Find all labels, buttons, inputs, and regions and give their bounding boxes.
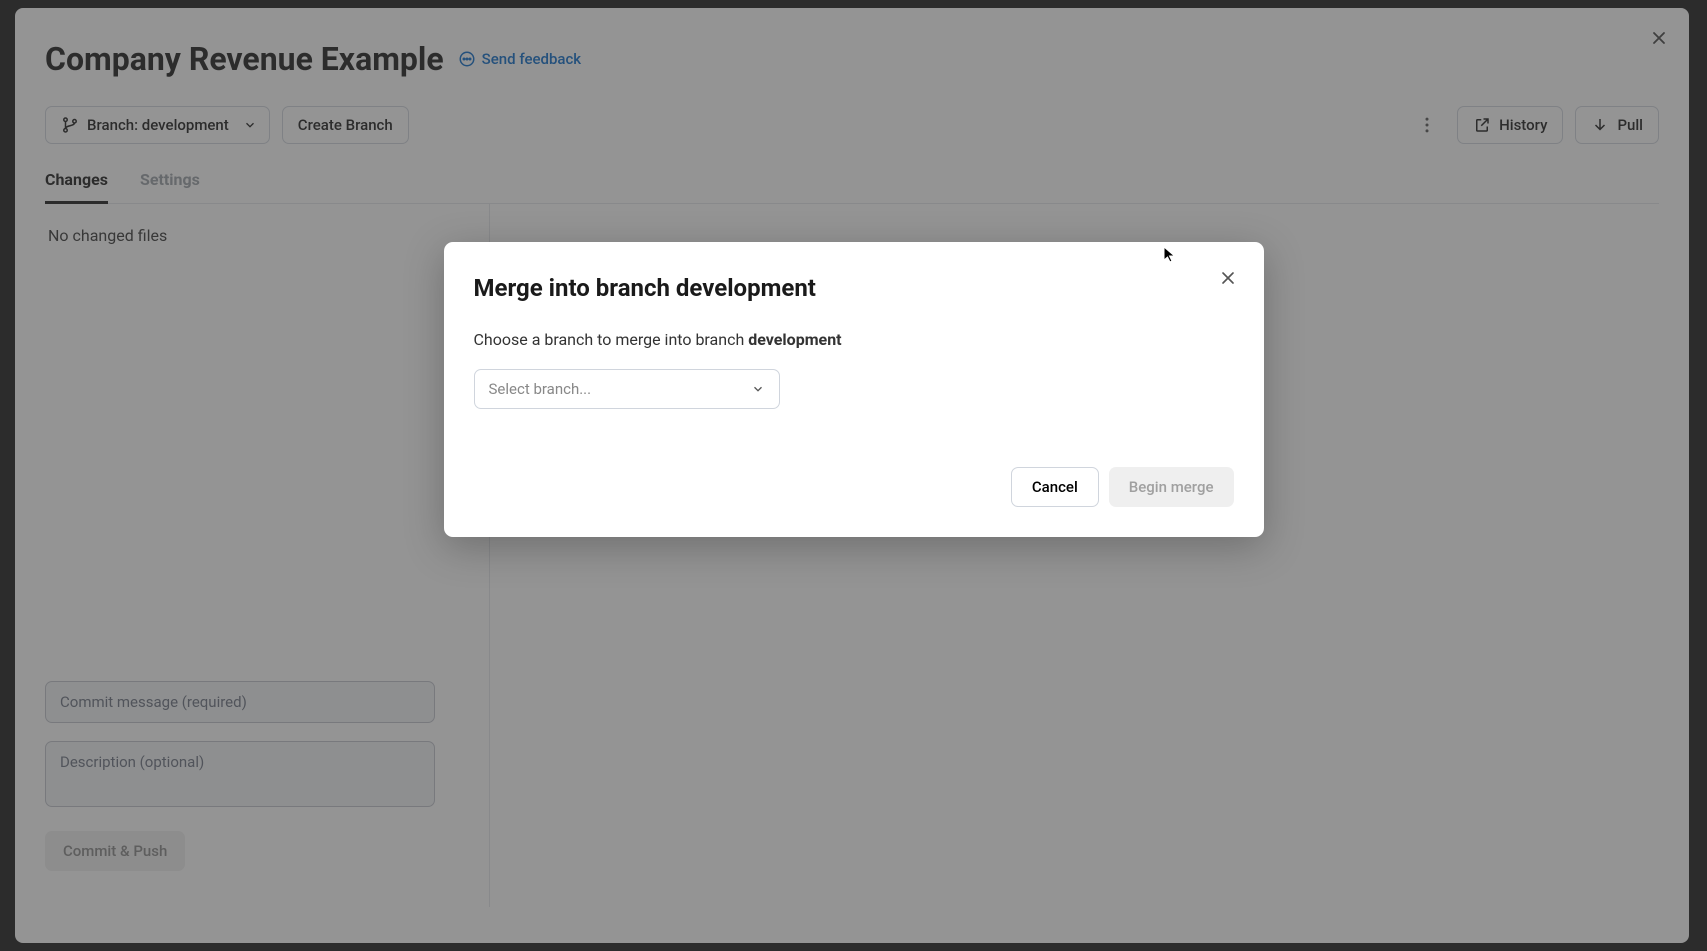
cancel-button[interactable]: Cancel — [1011, 467, 1099, 507]
chevron-down-icon — [751, 382, 765, 396]
close-icon — [1218, 268, 1238, 288]
merge-modal: Merge into branch development Choose a b… — [444, 242, 1264, 537]
select-placeholder: Select branch... — [489, 380, 592, 398]
begin-merge-button[interactable]: Begin merge — [1109, 467, 1234, 507]
modal-title: Merge into branch development — [474, 274, 1234, 302]
modal-footer: Cancel Begin merge — [474, 467, 1234, 507]
modal-close-button[interactable] — [1218, 268, 1238, 288]
modal-overlay[interactable]: Merge into branch development Choose a b… — [0, 0, 1707, 951]
modal-desc-branch: development — [748, 330, 841, 349]
modal-desc-prefix: Choose a branch to merge into branch — [474, 330, 749, 349]
modal-description: Choose a branch to merge into branch dev… — [474, 330, 1234, 349]
branch-select-dropdown[interactable]: Select branch... — [474, 369, 780, 409]
